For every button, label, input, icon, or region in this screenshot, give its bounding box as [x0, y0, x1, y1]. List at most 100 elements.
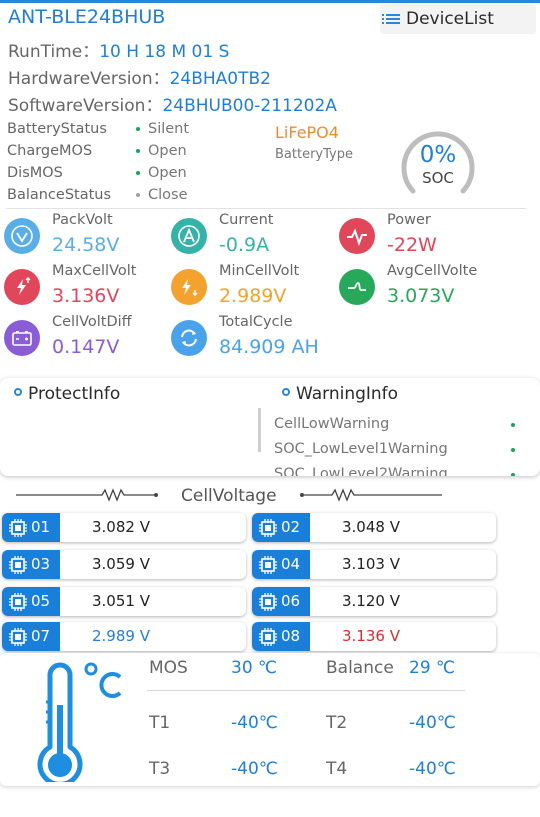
- charge-mos-value: Open: [136, 143, 187, 159]
- cell-chip: 07: [2, 622, 60, 651]
- device-list-label: DeviceList: [406, 9, 494, 29]
- max-cell-value: 3.136V: [52, 285, 120, 307]
- cell-voltage-value-min: 2.989 V: [92, 627, 150, 645]
- resistor-right-icon: [300, 488, 442, 502]
- battery-status-value: Silent: [136, 121, 189, 137]
- chip-icon: [9, 556, 27, 574]
- mincell-icon: [171, 269, 207, 305]
- avg-cell-value: 3.073V: [387, 285, 455, 307]
- soc-label: SOC: [422, 169, 454, 187]
- runtime-row: RunTime：10 H 18 M 01 S: [8, 37, 229, 62]
- t2-label: T2: [326, 713, 348, 733]
- metric-avg-cell: AvgCellVolte 3.073V: [337, 263, 507, 311]
- cell-diff-label: CellVoltDiff: [52, 314, 132, 330]
- t4-label: T4: [326, 759, 348, 779]
- t3-value: -40℃: [231, 759, 278, 779]
- metric-min-cell: MinCellVolt 2.989V: [169, 263, 339, 311]
- status-dot-icon: [136, 149, 140, 153]
- cell-voltage-value: 3.120 V: [342, 592, 400, 610]
- chip-icon: [9, 628, 27, 646]
- pack-volt-label: PackVolt: [52, 212, 113, 228]
- cell-voltage-value: 3.059 V: [92, 555, 150, 573]
- battery-type-value: LiFePO4: [275, 123, 339, 142]
- metric-pack-volt: PackVolt 24.58V: [2, 212, 172, 260]
- soc-percent: 0%: [419, 142, 457, 168]
- cell-item: 06 3.120 V: [252, 587, 496, 616]
- cell-voltage-value-max: 3.136 V: [342, 627, 400, 645]
- bullet-icon: [14, 388, 22, 396]
- max-cell-label: MaxCellVolt: [52, 263, 137, 279]
- runtime-value: 10 H 18 M 01 S: [99, 42, 230, 62]
- divider: [6, 208, 526, 209]
- t1-value: -40℃: [231, 713, 278, 733]
- avg-cell-label: AvgCellVolte: [387, 263, 478, 279]
- software-label: SoftwareVersion：: [8, 96, 163, 116]
- warning-dot-icon: [511, 448, 515, 452]
- min-cell-label: MinCellVolt: [219, 263, 300, 279]
- hardware-value: 24BHA0TB2: [169, 69, 271, 89]
- packvolt-icon: [4, 218, 40, 254]
- chip-icon: [9, 519, 27, 537]
- bullet-icon: [282, 388, 290, 396]
- warning-item: SOC_LowLevel2Warning: [274, 466, 448, 476]
- cell-chip: 08: [252, 622, 310, 651]
- t3-label: T3: [149, 759, 171, 779]
- cell-chip: 05: [2, 587, 60, 616]
- mos-temp-label: MOS: [149, 658, 188, 678]
- balance-status-value: Close: [136, 187, 188, 203]
- cell-voltage-value: 3.048 V: [342, 518, 400, 536]
- resistor-left-icon: [16, 488, 158, 502]
- battery-status-label: BatteryStatus: [7, 121, 107, 137]
- current-label: Current: [219, 212, 274, 228]
- status-dot-icon: [136, 193, 140, 197]
- t1-label: T1: [149, 713, 171, 733]
- warning-scrollbar[interactable]: [258, 408, 261, 452]
- cell-chip: 01: [2, 513, 60, 542]
- cell-item: 08 3.136 V: [252, 622, 496, 651]
- dis-mos-label: DisMOS: [7, 165, 63, 181]
- soc-gauge: 0% SOC: [396, 124, 480, 208]
- total-cycle-value: 84.909 AH: [219, 336, 319, 358]
- cell-voltage-title: CellVoltage: [181, 486, 277, 506]
- cell-item: 04 3.103 V: [252, 550, 496, 579]
- dis-mos-value: Open: [136, 165, 187, 181]
- metric-current: Current -0.9A: [169, 212, 339, 260]
- maxcell-icon: [4, 269, 40, 305]
- cycle-icon: [171, 320, 207, 356]
- top-accent-line: [0, 0, 540, 3]
- metric-power: Power -22W: [337, 212, 507, 260]
- chip-icon: [259, 556, 277, 574]
- battery-diff-icon: [4, 320, 40, 356]
- chip-icon: [259, 628, 277, 646]
- cell-chip: 02: [252, 513, 310, 542]
- cell-item: 03 3.059 V: [2, 550, 246, 579]
- cell-voltage-value: 3.082 V: [92, 518, 150, 536]
- power-icon: [339, 218, 375, 254]
- t4-value: -40℃: [409, 759, 456, 779]
- pack-volt-value: 24.58V: [52, 234, 120, 256]
- balance-temp-value: 29 ℃: [409, 658, 456, 678]
- current-value: -0.9A: [219, 234, 270, 256]
- hardware-row: HardwareVersion：24BHA0TB2: [8, 64, 271, 89]
- avgcell-icon: [339, 269, 375, 305]
- cell-chip: 04: [252, 550, 310, 579]
- min-cell-value: 2.989V: [219, 285, 287, 307]
- device-list-button[interactable]: DeviceList: [380, 4, 536, 34]
- warning-dot-icon: [511, 423, 515, 427]
- warning-info-title: WarningInfo: [282, 384, 398, 404]
- cell-item: 07 2.989 V: [2, 622, 246, 651]
- cell-chip: 03: [2, 550, 60, 579]
- mos-temp-value: 30 ℃: [231, 658, 278, 678]
- chip-icon: [259, 593, 277, 611]
- balance-temp-label: Balance: [326, 658, 394, 678]
- list-icon: [382, 12, 400, 26]
- cell-item: 01 3.082 V: [2, 513, 246, 542]
- warning-item: SOC_LowLevel1Warning: [274, 441, 448, 457]
- software-value: 24BHUB00-211202A: [162, 96, 337, 116]
- thermometer-icon: [28, 657, 128, 787]
- protect-info-title: ProtectInfo: [14, 384, 120, 404]
- battery-type-label: BatteryType: [275, 147, 353, 162]
- cell-item: 05 3.051 V: [2, 587, 246, 616]
- chip-icon: [259, 519, 277, 537]
- warning-item: CellLowWarning: [274, 416, 390, 432]
